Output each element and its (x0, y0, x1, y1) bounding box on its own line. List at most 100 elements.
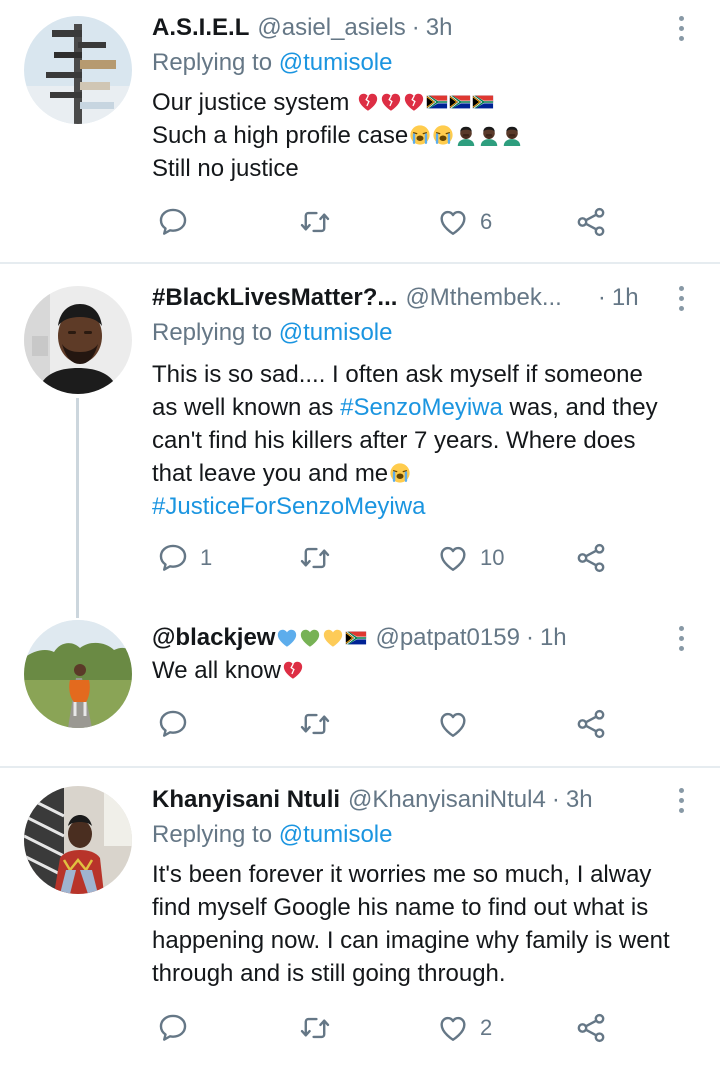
yellow-heart-emoji (322, 627, 344, 649)
user-handle[interactable]: @KhanyisaniNtul4 (348, 786, 546, 814)
replying-to: Replying to @tumisole (152, 47, 392, 79)
retweet-button[interactable] (298, 202, 332, 242)
tweet-text-line: can't find his killers after 7 years. Wh… (152, 427, 636, 454)
tweet-actions (156, 704, 626, 744)
hashtag-link[interactable]: #JusticeForSenzoMeyiwa (152, 490, 712, 523)
person-facepalming-emoji (501, 124, 523, 146)
tweet-text-line: We all know (152, 657, 281, 684)
tweet-text-line: as well known as (152, 394, 341, 421)
display-name[interactable]: A.S.I.E.L (152, 14, 249, 42)
tweet[interactable]: Khanyisani Ntuli @KhanyisaniNtul4 · 3h R… (0, 768, 720, 1069)
heart-icon (436, 1011, 470, 1045)
tweet-text-line: It's been forever it worries me so much,… (152, 861, 652, 888)
reply-icon (156, 1011, 190, 1045)
reply-icon (156, 707, 190, 741)
separator-dot: · (525, 624, 534, 651)
user-handle[interactable]: @asiel_asiels (257, 14, 405, 42)
like-count: 10 (480, 545, 505, 570)
replying-to-mention[interactable]: @tumisole (279, 49, 393, 76)
tweet-actions: 2 (156, 1008, 626, 1048)
like-button[interactable] (436, 704, 470, 744)
tweet[interactable]: A.S.I.E.L @asiel_asiels · 3h Replying to… (0, 0, 720, 262)
tweet-header: Khanyisani Ntuli @KhanyisaniNtul4 · 3h (152, 782, 593, 818)
display-name[interactable]: #BlackLivesMatter?... (152, 284, 397, 312)
south-africa-flag-emoji (472, 91, 494, 113)
more-options-icon[interactable] (671, 10, 691, 46)
display-name[interactable]: @blackjew (152, 624, 275, 652)
broken-heart-emoji (403, 91, 425, 113)
replying-to-label: Replying to (152, 821, 279, 848)
broken-heart-emoji (357, 91, 379, 113)
tweet[interactable]: @blackjew @patpat0159 · 1h We all know (0, 604, 720, 764)
share-icon (574, 541, 608, 575)
more-options-icon[interactable] (671, 620, 691, 656)
timestamp[interactable]: 1h (540, 624, 567, 652)
reply-button[interactable]: 1 (156, 538, 212, 578)
retweet-button[interactable] (298, 1008, 332, 1048)
more-options-icon[interactable] (671, 280, 691, 316)
share-button[interactable] (574, 538, 608, 578)
like-count: 2 (480, 1015, 493, 1040)
loudly-crying-face-emoji (409, 124, 431, 146)
reply-count: 1 (200, 545, 213, 570)
retweet-icon (298, 541, 332, 575)
broken-heart-emoji (282, 659, 304, 681)
loudly-crying-face-emoji (389, 462, 411, 484)
reply-button[interactable] (156, 202, 190, 242)
tweet-actions: 6 (156, 202, 626, 242)
replying-to-mention[interactable]: @tumisole (279, 821, 393, 848)
tweet-text: We all know (152, 654, 712, 687)
timestamp[interactable]: 3h (566, 786, 593, 814)
separator-dot: · (597, 284, 606, 311)
share-button[interactable] (574, 202, 608, 242)
retweet-icon (298, 1011, 332, 1045)
tweet-text-line: Such a high profile case (152, 122, 409, 149)
tweet-header: #BlackLivesMatter?... @Mthembek... · 1h (152, 280, 639, 316)
hashtag-link[interactable]: #SenzoMeyiwa (340, 394, 503, 421)
replying-to: Replying to @tumisole (152, 819, 392, 851)
reply-button[interactable] (156, 1008, 190, 1048)
tweet-text-line: happening now. I can imagine why family … (152, 927, 670, 954)
south-africa-flag-emoji (426, 91, 448, 113)
heart-icon (436, 205, 470, 239)
tweet-actions: 1 10 (156, 538, 626, 578)
reply-button[interactable] (156, 704, 190, 744)
like-button[interactable]: 6 (436, 202, 492, 242)
timestamp[interactable]: 1h (612, 284, 639, 312)
like-button[interactable]: 2 (436, 1008, 492, 1048)
retweet-button[interactable] (298, 704, 332, 744)
avatar[interactable] (24, 16, 132, 124)
share-icon (574, 1011, 608, 1045)
reply-icon (156, 205, 190, 239)
more-options-icon[interactable] (671, 782, 691, 818)
replying-to-label: Replying to (152, 319, 279, 346)
blue-heart-emoji (276, 627, 298, 649)
separator-dot: · (411, 14, 420, 41)
tweet[interactable]: #BlackLivesMatter?... @Mthembek... · 1h … (0, 264, 720, 604)
like-count: 6 (480, 209, 493, 234)
green-heart-emoji (299, 627, 321, 649)
avatar[interactable] (24, 620, 132, 728)
share-button[interactable] (574, 704, 608, 744)
tweet-text-line: through and is still going through. (152, 960, 506, 987)
tweet-text-line: Our justice system (152, 89, 357, 116)
user-handle[interactable]: @Mthembek... (405, 284, 561, 312)
tweet-text-line: find myself Google his name to find out … (152, 894, 649, 921)
user-handle[interactable]: @patpat0159 (375, 624, 519, 652)
tweet-text-line: that leave you and me (152, 460, 389, 487)
avatar[interactable] (24, 786, 132, 894)
heart-icon (436, 541, 470, 575)
retweet-button[interactable] (298, 538, 332, 578)
avatar[interactable] (24, 286, 132, 394)
like-button[interactable]: 10 (436, 538, 504, 578)
tweet-text-line: This is so sad.... I often ask myself if… (152, 361, 643, 388)
retweet-icon (298, 707, 332, 741)
retweet-icon (298, 205, 332, 239)
share-icon (574, 707, 608, 741)
tweet-header: A.S.I.E.L @asiel_asiels · 3h (152, 10, 453, 46)
share-button[interactable] (574, 1008, 608, 1048)
replying-to-mention[interactable]: @tumisole (279, 319, 393, 346)
tweet-text-line: Still no justice (152, 155, 299, 182)
timestamp[interactable]: 3h (426, 14, 453, 42)
display-name[interactable]: Khanyisani Ntuli (152, 786, 340, 814)
